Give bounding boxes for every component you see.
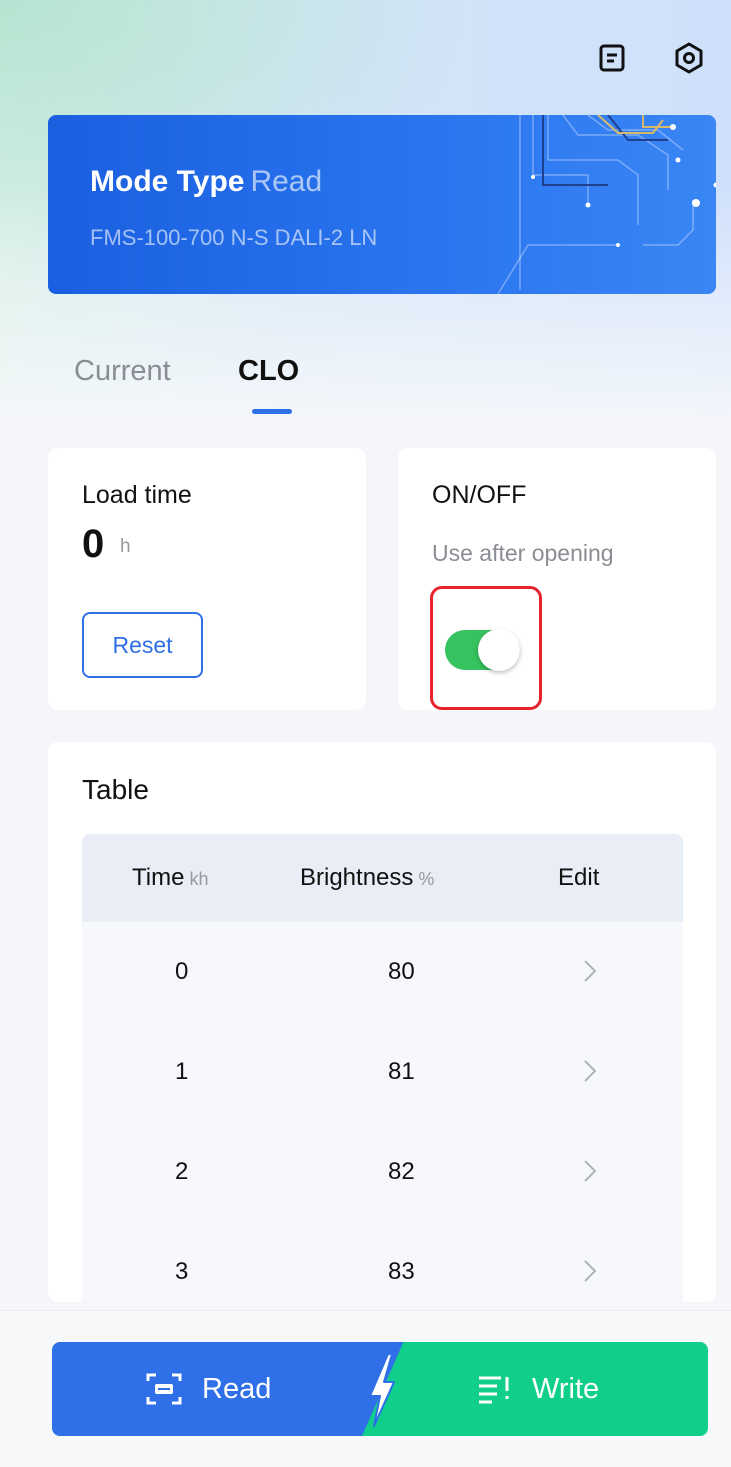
mode-type-banner: Mode Type Read FMS-100-700 N-S DALI-2 LN [48, 115, 716, 294]
onoff-hint: Use after opening [432, 540, 614, 566]
lightning-bolt-icon [369, 1353, 395, 1427]
onoff-label: ON/OFF [432, 481, 527, 509]
tab-clo[interactable]: CLO [238, 355, 299, 388]
row-time: 3 [175, 1258, 189, 1285]
row-brightness: 81 [388, 1058, 415, 1085]
table-row[interactable]: 3 83 [82, 1222, 683, 1302]
row-brightness: 83 [388, 1258, 415, 1285]
write-label: Write [532, 1372, 600, 1405]
table-header: Time kh Brightness% Edit [82, 834, 683, 922]
load-time-value: 0 [82, 522, 105, 566]
device-model: FMS-100-700 N-S DALI-2 LN [90, 225, 378, 250]
table-card: Table Time kh Brightness% Edit 0 80 1 81 … [48, 742, 716, 1302]
clo-table: Time kh Brightness% Edit 0 80 1 81 2 82 3… [82, 834, 683, 1302]
document-icon[interactable] [594, 40, 630, 76]
mode-type-value: Read [250, 165, 323, 198]
chevron-right-icon[interactable] [582, 1057, 598, 1085]
onoff-toggle[interactable] [445, 629, 520, 671]
active-tab-indicator [252, 409, 292, 414]
reset-button[interactable]: Reset [82, 612, 203, 678]
row-time: 1 [175, 1058, 189, 1085]
onoff-card: ON/OFF Use after opening [398, 448, 716, 710]
settings-icon[interactable] [671, 40, 707, 76]
load-time-label: Load time [82, 481, 192, 509]
row-brightness: 82 [388, 1158, 415, 1185]
mode-type-title: Mode Type Read [90, 165, 322, 199]
row-time: 0 [175, 958, 189, 985]
write-list-icon [479, 1376, 509, 1404]
column-edit-label: Edit [558, 864, 600, 891]
mode-type-label: Mode Type [90, 165, 245, 198]
chevron-right-icon[interactable] [582, 1257, 598, 1285]
column-time-label: Time [132, 864, 185, 891]
row-brightness: 80 [388, 958, 415, 985]
toggle-knob [478, 629, 520, 671]
table-row[interactable]: 1 81 [82, 1022, 683, 1122]
column-brightness-unit: % [418, 869, 435, 889]
column-time-unit: kh [189, 869, 209, 889]
chevron-right-icon[interactable] [582, 957, 598, 985]
read-button[interactable]: Read [52, 1342, 412, 1436]
load-time-card: Load time 0 h Reset [48, 448, 366, 710]
load-time-unit: h [120, 536, 131, 557]
table-row[interactable]: 0 80 [82, 922, 683, 1022]
scan-icon [146, 1373, 182, 1405]
column-header-edit: Edit [558, 864, 599, 892]
circuit-decoration [497, 115, 716, 294]
column-brightness-label: Brightness [300, 864, 414, 891]
chevron-right-icon[interactable] [582, 1157, 598, 1185]
row-time: 2 [175, 1158, 189, 1185]
column-header-time: Time kh [132, 864, 208, 892]
read-label: Read [202, 1372, 272, 1405]
table-title: Table [82, 774, 149, 805]
tab-current[interactable]: Current [74, 355, 171, 388]
column-header-brightness: Brightness% [300, 864, 434, 892]
write-button[interactable]: Write [362, 1342, 708, 1436]
table-row[interactable]: 2 82 [82, 1122, 683, 1222]
